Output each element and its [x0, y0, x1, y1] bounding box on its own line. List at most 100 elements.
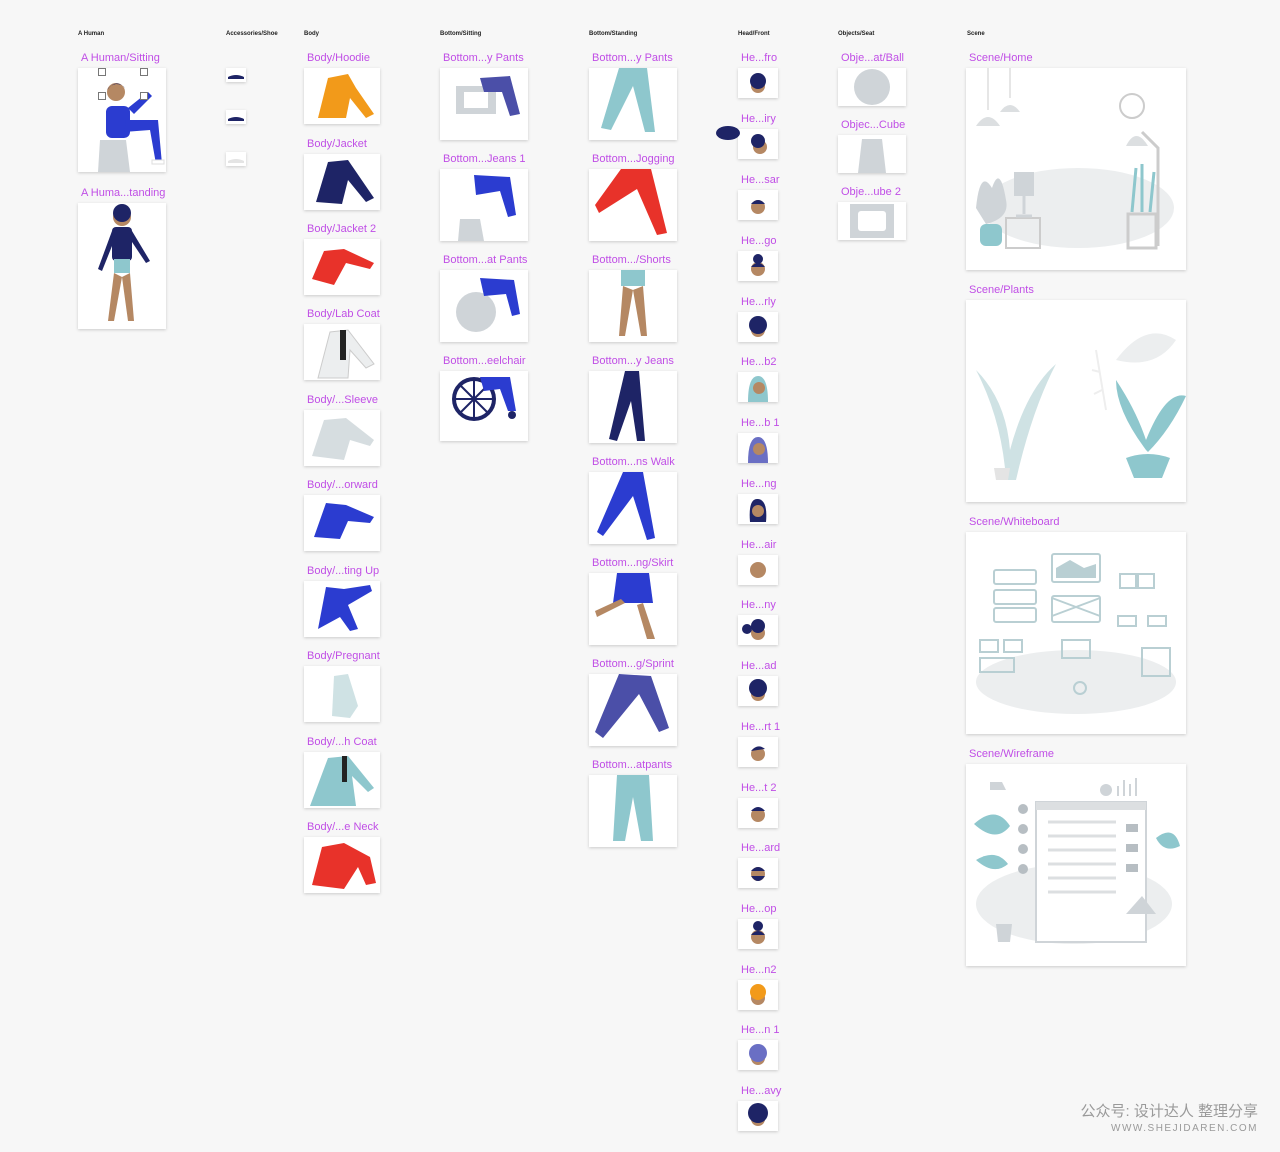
component-frame-head[interactable]: [738, 615, 778, 645]
component-label[interactable]: He...fro: [741, 52, 777, 64]
component-frame-body-lab-coat[interactable]: [304, 324, 380, 380]
component-label[interactable]: He...b2: [741, 356, 776, 368]
component-frame-body-coat[interactable]: [304, 752, 380, 808]
component-frame-seat-ball[interactable]: [838, 68, 906, 106]
component-label[interactable]: He...ard: [741, 842, 780, 854]
component-frame-head[interactable]: [738, 1040, 778, 1070]
component-label[interactable]: Obje...ube 2: [841, 186, 901, 198]
component-frame-head[interactable]: [738, 68, 778, 98]
component-label[interactable]: Body/...Sleeve: [307, 394, 378, 406]
component-label[interactable]: Scene/Whiteboard: [969, 516, 1060, 528]
shoe-swatch[interactable]: [226, 152, 246, 166]
component-label[interactable]: Body/...h Coat: [307, 736, 377, 748]
component-label[interactable]: Bottom...Jeans 1: [443, 153, 526, 165]
component-label[interactable]: Bottom...at Pants: [443, 254, 527, 266]
component-frame-scene-home[interactable]: [966, 68, 1186, 270]
component-frame-body-hoodie[interactable]: [304, 68, 380, 124]
component-frame-bottom-skirt[interactable]: [589, 573, 677, 645]
component-frame-human-sitting[interactable]: [78, 68, 166, 172]
component-frame-bottom-sitting-pants[interactable]: [440, 68, 528, 140]
component-frame-bottom-sprint[interactable]: [589, 674, 677, 746]
component-frame-body-neck[interactable]: [304, 837, 380, 893]
component-frame-seat-cube-2[interactable]: [838, 202, 906, 240]
component-frame-bottom-sweatpants[interactable]: [589, 775, 677, 847]
component-label[interactable]: Body/...ting Up: [307, 565, 379, 577]
component-frame-bottom-shorts[interactable]: [589, 270, 677, 342]
component-frame-bottom-sitting-sweatpants[interactable]: [440, 270, 528, 342]
selection-handle[interactable]: [98, 92, 106, 100]
component-label[interactable]: Body/...orward: [307, 479, 378, 491]
component-label[interactable]: Body/Jacket: [307, 138, 367, 150]
component-frame-body-sleeve[interactable]: [304, 410, 380, 466]
component-label[interactable]: He...op: [741, 903, 776, 915]
component-frame-body-sitting-up[interactable]: [304, 581, 380, 637]
component-label[interactable]: Scene/Home: [969, 52, 1033, 64]
component-label[interactable]: Obje...at/Ball: [841, 52, 904, 64]
component-frame-bottom-jogging[interactable]: [589, 169, 677, 241]
component-label[interactable]: He...air: [741, 539, 776, 551]
component-frame-head[interactable]: [738, 798, 778, 828]
component-frame-head[interactable]: [738, 312, 778, 342]
component-label[interactable]: He...rly: [741, 296, 776, 308]
component-label[interactable]: Bottom...atpants: [592, 759, 672, 771]
component-label[interactable]: He...ny: [741, 599, 776, 611]
component-label[interactable]: Bottom.../Shorts: [592, 254, 671, 266]
component-label[interactable]: Body/Lab Coat: [307, 308, 380, 320]
selection-handle[interactable]: [98, 68, 106, 76]
component-frame-head[interactable]: [738, 190, 778, 220]
shoe-swatch[interactable]: [226, 68, 246, 82]
component-label[interactable]: Bottom...eelchair: [443, 355, 526, 367]
component-label[interactable]: He...n2: [741, 964, 776, 976]
component-label[interactable]: Bottom...y Pants: [443, 52, 524, 64]
component-frame-head[interactable]: [738, 555, 778, 585]
component-frame-human-standing[interactable]: [78, 203, 166, 329]
component-label[interactable]: Bottom...ns Walk: [592, 456, 675, 468]
component-frame-head[interactable]: [738, 251, 778, 281]
component-label[interactable]: He...sar: [741, 174, 780, 186]
component-frame-head[interactable]: [738, 919, 778, 949]
component-label[interactable]: He...rt 1: [741, 721, 780, 733]
component-label[interactable]: He...avy: [741, 1085, 781, 1097]
component-frame-body-pregnant[interactable]: [304, 666, 380, 722]
component-label[interactable]: He...go: [741, 235, 776, 247]
component-frame-bottom-sitting-jeans[interactable]: [440, 169, 528, 241]
component-label[interactable]: Scene/Plants: [969, 284, 1034, 296]
component-label[interactable]: He...n 1: [741, 1024, 780, 1036]
component-label[interactable]: Bottom...ng/Skirt: [592, 557, 673, 569]
component-frame-head[interactable]: [738, 858, 778, 888]
component-label[interactable]: He...ad: [741, 660, 776, 672]
component-frame-body-jacket[interactable]: [304, 154, 380, 210]
component-label[interactable]: A Huma...tanding: [81, 187, 165, 199]
component-frame-head[interactable]: [738, 1101, 778, 1131]
component-label[interactable]: Bottom...y Pants: [592, 52, 673, 64]
component-frame-scene-whiteboard[interactable]: [966, 532, 1186, 734]
component-frame-bottom-wheelchair[interactable]: [440, 371, 528, 441]
component-label[interactable]: Body/Pregnant: [307, 650, 380, 662]
component-label[interactable]: Bottom...g/Sprint: [592, 658, 674, 670]
component-label[interactable]: A Human/Sitting: [81, 52, 160, 64]
component-frame-bottom-skinny-jeans[interactable]: [589, 371, 677, 443]
component-label[interactable]: He...t 2: [741, 782, 776, 794]
component-frame-scene-wireframe[interactable]: [966, 764, 1186, 966]
component-label[interactable]: Bottom...y Jeans: [592, 355, 674, 367]
component-label[interactable]: Scene/Wireframe: [969, 748, 1054, 760]
component-frame-body-forward[interactable]: [304, 495, 380, 551]
component-label[interactable]: Body/Jacket 2: [307, 223, 376, 235]
selection-handle[interactable]: [140, 68, 148, 76]
component-frame-head[interactable]: [738, 980, 778, 1010]
component-frame-head[interactable]: [738, 129, 778, 159]
component-label[interactable]: Body/Hoodie: [307, 52, 370, 64]
component-label[interactable]: He...b 1: [741, 417, 780, 429]
selection-handle[interactable]: [140, 92, 148, 100]
component-frame-scene-plants[interactable]: [966, 300, 1186, 502]
component-label[interactable]: He...ng: [741, 478, 776, 490]
component-frame-head[interactable]: [738, 737, 778, 767]
component-frame-head[interactable]: [738, 372, 778, 402]
component-label[interactable]: Body/...e Neck: [307, 821, 379, 833]
component-label[interactable]: Bottom...Jogging: [592, 153, 675, 165]
component-frame-head[interactable]: [738, 494, 778, 524]
component-frame-seat-cube[interactable]: [838, 135, 906, 173]
component-frame-body-jacket-2[interactable]: [304, 239, 380, 295]
component-frame-head[interactable]: [738, 676, 778, 706]
component-frame-bottom-jeans-walk[interactable]: [589, 472, 677, 544]
